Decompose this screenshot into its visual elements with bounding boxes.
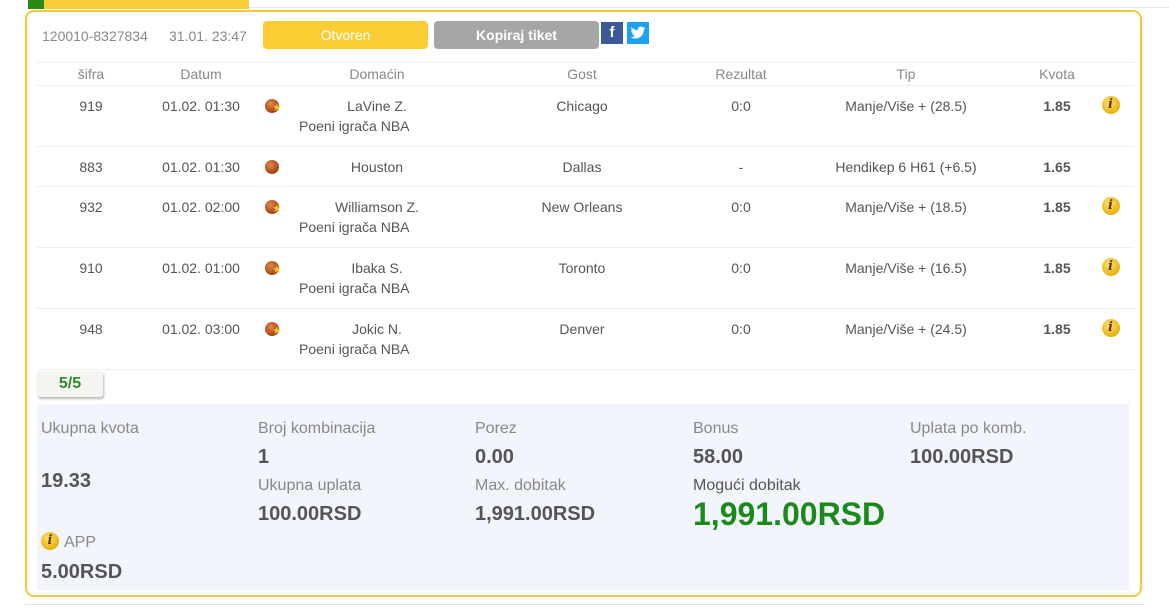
bet-tip: Manje/Više + (28.5) [845,98,967,114]
bet-away: New Orleans [541,199,623,215]
bet-code: 948 [79,321,103,337]
bet-code: 932 [79,199,103,215]
bet-market: Poeni igrača NBA [299,118,410,134]
info-icon[interactable]: i [1101,96,1120,114]
twitter-icon[interactable] [627,22,649,44]
basketball-star-icon: ★ [265,322,282,337]
table-row: 910 01.02. 01:00 ★ Ibaka S. Toronto Poen… [37,247,1134,309]
bet-away: Chicago [556,98,608,114]
bet-market: Poeni igrača NBA [299,219,410,235]
ticket-summary: Ukupna kvota 19.33 Broj kombinacija 1 Uk… [37,404,1129,590]
bet-result: 0:0 [731,98,751,114]
stake-per-comb-value: 100.00RSD [910,446,1014,468]
possible-win-label: Mogući dobitak [693,477,801,494]
bet-tip: Manje/Više + (16.5) [845,260,967,276]
info-icon[interactable]: i [41,532,59,550]
col-header: Domaćin [287,62,467,86]
bet-date: 01.02. 01:00 [162,260,240,276]
active-tab-marker [28,0,44,9]
total-stake-label: Ukupna uplata [258,477,362,494]
table-row: 948 01.02. 03:00 ★ Jokic N. Denver Poeni… [37,308,1134,370]
bet-odds: 1.85 [1043,260,1071,276]
bet-away: Toronto [558,260,606,276]
bet-away: Denver [559,321,605,337]
basketball-star-icon: ★ [265,261,282,276]
info-icon[interactable]: i [1101,197,1120,215]
top-strip [0,0,1169,9]
col-header: Tip [785,62,1027,86]
bonus-label: Bonus [693,420,739,437]
bet-odds: 1.85 [1043,98,1071,114]
bet-result: 0:0 [731,199,751,215]
facebook-icon[interactable]: f [601,22,623,44]
bet-odds: 1.85 [1043,321,1071,337]
bets-table: šifra Datum Domaćin Gost Rezultat Tip Kv… [37,62,1134,370]
col-header: Gost [467,62,697,86]
active-tab-indicator [44,0,249,9]
max-win-value: 1,991.00RSD [475,503,596,525]
table-row: 932 01.02. 02:00 ★ Williamson Z. New Orl… [37,186,1134,248]
bet-home: Jokic N. [352,321,402,337]
bet-date: 01.02. 03:00 [162,321,240,337]
bet-result: - [738,159,744,175]
possible-win-value: 1,991.00RSD [693,496,886,532]
bet-odds: 1.85 [1043,199,1071,215]
status-button[interactable]: Otvoren [263,21,428,49]
col-header: Datum [145,62,257,86]
col-header: Kvota [1027,62,1087,86]
info-icon[interactable]: i [1101,258,1120,276]
tax-label: Porez [475,420,517,437]
bet-tip: Manje/Više + (24.5) [845,321,967,337]
table-header: šifra Datum Domaćin Gost Rezultat Tip Kv… [37,62,1134,86]
copy-ticket-button[interactable]: Kopiraj tiket [434,21,599,49]
basketball-icon [265,160,279,174]
app-label: APP [64,534,97,551]
info-icon[interactable]: i [1101,319,1120,337]
table-row: 919 01.02. 01:30 ★ LaVine Z. Chicago Poe… [37,85,1134,147]
bet-home: Ibaka S. [351,260,403,276]
bet-market: Poeni igrača NBA [299,341,410,357]
bet-home: Houston [350,159,404,175]
bet-home: Williamson Z. [334,199,419,215]
bet-date: 01.02. 01:30 [162,159,240,175]
bottom-divider [25,604,1145,605]
app-value: 5.00RSD [41,561,123,583]
bet-result: 0:0 [731,260,751,276]
tax-value: 0.00 [475,446,514,468]
basketball-star-icon: ★ [265,200,282,215]
bet-tip: Manje/Više + (18.5) [845,199,967,215]
bet-code: 910 [79,260,103,276]
bet-market: Poeni igrača NBA [299,280,410,296]
bet-tip: Hendikep 6 H61 (+6.5) [835,159,977,175]
combinations-label: Broj kombinacija [258,420,376,437]
tab-divider [249,7,1169,8]
ticket-card: 120010-8327834 31.01. 23:47 Otvoren Kopi… [25,10,1142,597]
bet-home: LaVine Z. [347,98,407,114]
bet-date: 01.02. 01:30 [162,98,240,114]
total-odds-value: 19.33 [41,470,92,492]
bet-away: Dallas [562,159,602,175]
combinations-value: 1 [258,446,270,468]
bet-code: 919 [79,98,103,114]
total-stake-value: 100.00RSD [258,503,362,525]
table-row: 883 01.02. 01:30 Houston Dallas - Hendik… [37,146,1134,187]
col-header: šifra [37,62,145,86]
bonus-value: 58.00 [693,446,744,468]
max-win-label: Max. dobitak [475,477,566,494]
bet-code: 883 [79,159,103,175]
total-odds-label: Ukupna kvota [41,420,139,437]
basketball-star-icon: ★ [265,99,282,114]
bet-date: 01.02. 02:00 [162,199,240,215]
match-count-tab[interactable]: 5/5 [37,371,103,397]
ticket-id: 120010-8327834 [42,28,148,44]
col-header: Rezultat [697,62,785,86]
bet-result: 0:0 [731,321,751,337]
stake-per-comb-label: Uplata po komb. [910,420,1027,437]
ticket-datetime: 31.01. 23:47 [169,28,247,44]
bet-odds: 1.65 [1043,159,1071,175]
